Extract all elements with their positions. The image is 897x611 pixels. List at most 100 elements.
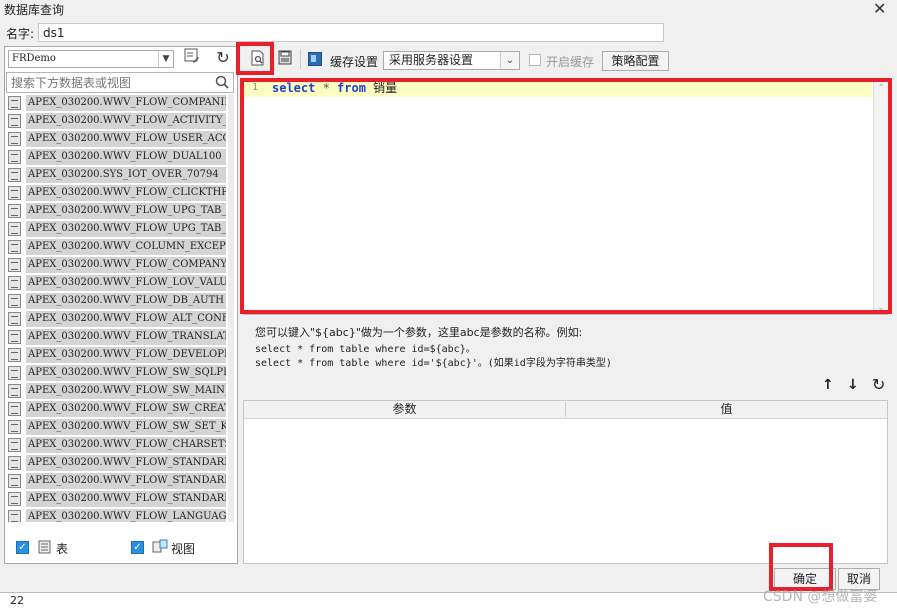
- table-list-item[interactable]: APEX_030200.WWV_FLOW_STANDARD_JS: [6, 490, 227, 508]
- table-name: APEX_030200.WWV_FLOW_UPG_TAB_NAME: [26, 221, 226, 237]
- table-list-item[interactable]: APEX_030200.WWV_FLOW_STANDARD_ICO: [6, 454, 227, 472]
- sql-editor[interactable]: [243, 79, 888, 315]
- table-icon: [8, 312, 21, 326]
- star-token: *: [315, 81, 338, 95]
- preview-icon[interactable]: [247, 50, 269, 70]
- table-name: APEX_030200.WWV_FLOW_UPG_TAB_OBSO: [26, 203, 226, 219]
- table-list-item[interactable]: APEX_030200.WWV_FLOW_ACTIVITY_LOG: [6, 112, 227, 130]
- view-type-icon: [152, 539, 169, 558]
- table-list-item[interactable]: APEX_030200.WWV_COLUMN_EXCEPTIONS: [6, 238, 227, 256]
- close-icon[interactable]: ✕: [873, 0, 886, 18]
- table-name: APEX_030200.WWV_FLOW_SW_MAIN_KEYW: [26, 383, 226, 399]
- move-up-icon[interactable]: ↑: [822, 377, 834, 393]
- table-icon: [8, 366, 21, 380]
- table-list-item[interactable]: APEX_030200.WWV_FLOW_CHARSETS: [6, 436, 227, 454]
- table-icon: [8, 204, 21, 218]
- params-col-param[interactable]: 参数: [244, 401, 565, 418]
- refresh-icon[interactable]: ↻: [212, 48, 234, 68]
- table-icon: [8, 294, 21, 308]
- table-search-box[interactable]: [6, 72, 234, 93]
- scroll-up-icon[interactable]: ⌃: [874, 82, 888, 94]
- enable-cache-label: 开启缓存: [546, 55, 595, 69]
- table-list-item[interactable]: APEX_030200.WWV_FLOW_LANGUAGES: [6, 508, 227, 522]
- show-tables-checkbox[interactable]: ✓: [16, 541, 29, 554]
- table-icon: [8, 258, 21, 272]
- table-type-icon: [38, 540, 52, 557]
- table-icon: [8, 168, 21, 182]
- table-icon: [8, 384, 21, 398]
- strategy-config-button[interactable]: 策略配置: [602, 51, 669, 71]
- table-name: APEX_030200.WWV_FLOW_DUAL100: [26, 149, 226, 165]
- show-tables-label: 表: [56, 542, 69, 556]
- table-name: APEX_030200.WWV_FLOW_DB_AUTH: [26, 293, 226, 309]
- table-list-item[interactable]: APEX_030200.WWV_FLOW_COMPANIES: [6, 94, 227, 112]
- sql-code-line[interactable]: select * from 销量: [272, 81, 397, 96]
- table-name: APEX_030200.WWV_COLUMN_EXCEPTIONS: [26, 239, 226, 255]
- table-icon: [8, 132, 21, 146]
- connection-value: FRDemo: [12, 53, 56, 64]
- table-icon: [8, 456, 21, 470]
- table-name: APEX_030200.WWV_FLOW_ALT_CONFIG_P: [26, 311, 226, 327]
- cache-select-value: 采用服务器设置: [389, 53, 474, 67]
- refresh-params-icon[interactable]: ↻: [872, 375, 885, 394]
- table-list-item[interactable]: APEX_030200.WWV_FLOW_LOV_VALUES: [6, 274, 227, 292]
- move-down-icon[interactable]: ↓: [847, 377, 859, 393]
- table-name-token: 销量: [365, 81, 398, 95]
- show-views-label: 视图: [171, 542, 196, 556]
- editor-scrollbar[interactable]: ⌃ ⌄: [873, 82, 888, 312]
- table-name: APEX_030200.WWV_FLOW_STANDARD_CSS: [26, 473, 226, 489]
- name-input[interactable]: ds1: [38, 23, 664, 42]
- help-line-1: 您可以键入"${abc}"做为一个参数，这里abc是参数的名称。例如:: [255, 326, 583, 339]
- line-number: 1: [252, 82, 259, 93]
- window-title: 数据库查询: [4, 3, 65, 17]
- connection-select[interactable]: FRDemo ▼: [8, 50, 174, 68]
- keyword-select: select: [272, 81, 316, 95]
- table-icon: [8, 402, 21, 416]
- table-icon: [8, 330, 21, 344]
- table-icon: [8, 474, 21, 488]
- save-icon[interactable]: [274, 50, 296, 70]
- enable-cache-checkbox[interactable]: [529, 54, 541, 66]
- table-icon: [8, 150, 21, 164]
- table-list: APEX_030200.WWV_FLOW_COMPANIES APEX_03020…: [6, 94, 227, 522]
- table-name: APEX_030200.WWV_FLOW_STANDARD_JS: [26, 491, 226, 507]
- table-icon: [8, 276, 21, 290]
- table-list-item[interactable]: APEX_030200.WWV_FLOW_UPG_TAB_NAME: [6, 220, 227, 238]
- table-list-item[interactable]: APEX_030200.WWV_FLOW_DEVELOPER_RO: [6, 346, 227, 364]
- table-list-item[interactable]: APEX_030200.WWV_FLOW_USER_ACCESS_: [6, 130, 227, 148]
- table-list-scrollbar[interactable]: [228, 94, 234, 522]
- name-label: 名字:: [6, 27, 35, 41]
- table-list-item[interactable]: APEX_030200.WWV_FLOW_CLICKTHRU_LO: [6, 184, 227, 202]
- table-list-item[interactable]: APEX_030200.WWV_FLOW_SW_SQLPLUS_C: [6, 364, 227, 382]
- table-list-item[interactable]: APEX_030200.WWV_FLOW_SW_SET_KEYWO: [6, 418, 227, 436]
- table-list-item[interactable]: APEX_030200.WWV_FLOW_DB_AUTH: [6, 292, 227, 310]
- table-list-item[interactable]: APEX_030200.SYS_IOT_OVER_70794: [6, 166, 227, 184]
- table-list-item[interactable]: APEX_030200.WWV_FLOW_TRANSLATABLE: [6, 328, 227, 346]
- title-bar: [0, 0, 897, 18]
- table-name: APEX_030200.WWV_FLOW_LANGUAGES: [26, 509, 226, 522]
- search-icon[interactable]: [215, 73, 229, 95]
- table-search-input[interactable]: [7, 73, 213, 93]
- table-icon: [8, 186, 21, 200]
- edit-connection-icon[interactable]: [181, 48, 203, 68]
- table-list-item[interactable]: APEX_030200.WWV_FLOW_DUAL100: [6, 148, 227, 166]
- table-name: APEX_030200.WWV_FLOW_CHARSETS: [26, 437, 226, 453]
- params-table: [243, 400, 888, 564]
- watermark: CSDN @想做富婆: [763, 589, 878, 605]
- table-name: APEX_030200.WWV_FLOW_ACTIVITY_LOG: [26, 113, 226, 129]
- table-icon: [8, 438, 21, 452]
- table-name: APEX_030200.WWV_FLOW_COMPANY_SCHE: [26, 257, 226, 273]
- table-list-item[interactable]: APEX_030200.WWV_FLOW_COMPANY_SCHE: [6, 256, 227, 274]
- params-col-value[interactable]: 值: [566, 401, 887, 418]
- table-list-item[interactable]: APEX_030200.WWV_FLOW_UPG_TAB_OBSO: [6, 202, 227, 220]
- table-list-item[interactable]: APEX_030200.WWV_FLOW_STANDARD_CSS: [6, 472, 227, 490]
- table-icon: [8, 510, 21, 522]
- table-list-item[interactable]: APEX_030200.WWV_FLOW_SW_MAIN_KEYW: [6, 382, 227, 400]
- table-list-item[interactable]: APEX_030200.WWV_FLOW_SW_CREATE_KE: [6, 400, 227, 418]
- table-icon: [8, 348, 21, 362]
- scroll-down-icon[interactable]: ⌄: [874, 303, 888, 312]
- table-list-item[interactable]: APEX_030200.WWV_FLOW_ALT_CONFIG_P: [6, 310, 227, 328]
- help-line-3: select * from table where id='${abc}'。(如…: [255, 358, 612, 369]
- cache-select[interactable]: 采用服务器设置 ⌄: [383, 51, 520, 70]
- show-views-checkbox[interactable]: ✓: [131, 541, 144, 554]
